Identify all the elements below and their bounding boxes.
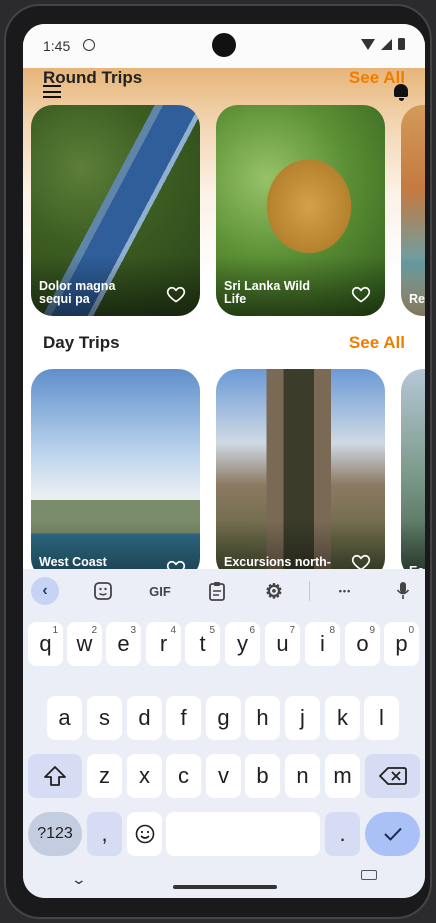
heart-icon[interactable] — [166, 284, 186, 304]
key-q[interactable]: q1 — [28, 622, 63, 666]
key-v[interactable]: v — [206, 754, 241, 798]
status-bar: 1:45 — [23, 24, 425, 68]
shift-key[interactable] — [28, 754, 82, 798]
comma-key[interactable]: , — [87, 812, 122, 856]
key-b[interactable]: b — [245, 754, 280, 798]
day-trips-see-all-link[interactable]: See All — [349, 333, 405, 353]
day-trip-card[interactable]: Excursions north-west coast — [216, 369, 385, 580]
card-title: Re Ge — [409, 292, 425, 306]
device-frame: 1:45 Round Trips See All Dolor magna seq… — [4, 4, 432, 919]
more-options-icon[interactable]: ••• — [333, 579, 357, 603]
key-g[interactable]: g — [206, 696, 241, 740]
round-trip-card[interactable]: Sri Lanka Wild Life — [216, 105, 385, 316]
clipboard-icon[interactable] — [207, 579, 227, 603]
space-bar[interactable] — [166, 812, 320, 856]
card-title: Dolor magna sequi pa — [39, 279, 116, 306]
key-j[interactable]: j — [285, 696, 320, 740]
key-s[interactable]: s — [87, 696, 122, 740]
key-l[interactable]: l — [364, 696, 399, 740]
screen: 1:45 Round Trips See All Dolor magna seq… — [23, 24, 425, 898]
key-e[interactable]: e3 — [106, 622, 141, 666]
day-trips-title: Day Trips — [43, 333, 120, 352]
checkmark-icon — [383, 827, 402, 841]
key-f[interactable]: f — [166, 696, 201, 740]
key-t[interactable]: t5 — [185, 622, 220, 666]
key-n[interactable]: n — [285, 754, 320, 798]
keyboard-switch-icon[interactable] — [361, 870, 377, 880]
on-screen-keyboard: ‹ GIF ⚙ ••• q1 w2 e3 r4 t5 y6 u 7 i 8 o … — [23, 569, 425, 898]
emoji-icon — [135, 824, 154, 844]
key-z[interactable]: z — [87, 754, 122, 798]
status-icons — [361, 38, 405, 50]
heart-icon[interactable] — [351, 284, 371, 304]
key-m[interactable]: m — [325, 754, 360, 798]
enter-key[interactable] — [365, 812, 420, 856]
signal-icon — [381, 38, 392, 50]
key-h[interactable]: h — [245, 696, 280, 740]
key-w[interactable]: w2 — [67, 622, 102, 666]
period-key[interactable]: . — [325, 812, 360, 856]
key-a[interactable]: a — [47, 696, 82, 740]
day-trip-card[interactable]: Ea Ex — [401, 369, 425, 580]
round-trip-card[interactable]: Dolor magna sequi pa — [31, 105, 200, 316]
chevron-down-icon[interactable]: ⌄ — [71, 871, 87, 888]
status-time: 1:45 — [43, 38, 71, 54]
keyboard-toolbar: ‹ GIF ⚙ ••• — [23, 569, 425, 613]
key-o[interactable]: o9 — [345, 622, 380, 666]
key-i[interactable]: i8 — [305, 622, 340, 666]
key-u[interactable]: u7 — [265, 622, 300, 666]
battery-icon — [398, 38, 405, 50]
microphone-icon[interactable] — [393, 579, 413, 603]
wifi-icon — [361, 38, 375, 50]
backspace-icon — [378, 767, 407, 785]
symbols-key[interactable]: ?123 — [28, 812, 82, 856]
key-d[interactable]: d — [127, 696, 162, 740]
round-trips-see-all-link[interactable]: See All — [349, 68, 405, 88]
notification-icon — [83, 39, 95, 51]
chevron-left-icon[interactable]: ‹ — [31, 577, 59, 605]
shift-arrow-icon — [44, 766, 66, 786]
emoji-key[interactable] — [127, 812, 162, 856]
day-trip-card[interactable]: West Coast Excursions — [31, 369, 200, 580]
card-title: Sri Lanka Wild Life — [224, 279, 311, 306]
home-gesture-bar[interactable] — [173, 885, 277, 889]
key-p[interactable]: p0 — [384, 622, 419, 666]
sticker-icon[interactable] — [91, 579, 115, 603]
camera-cutout — [212, 33, 236, 57]
settings-gear-icon[interactable]: ⚙ — [263, 579, 285, 603]
key-y[interactable]: y6 — [225, 622, 260, 666]
key-c[interactable]: c — [166, 754, 201, 798]
backspace-key[interactable] — [365, 754, 420, 798]
round-trip-card[interactable]: Re Ge — [401, 105, 425, 316]
key-k[interactable]: k — [325, 696, 360, 740]
round-trips-title: Round Trips — [43, 68, 143, 87]
key-r[interactable]: r4 — [146, 622, 181, 666]
key-x[interactable]: x — [127, 754, 162, 798]
gif-button[interactable]: GIF — [145, 579, 175, 603]
